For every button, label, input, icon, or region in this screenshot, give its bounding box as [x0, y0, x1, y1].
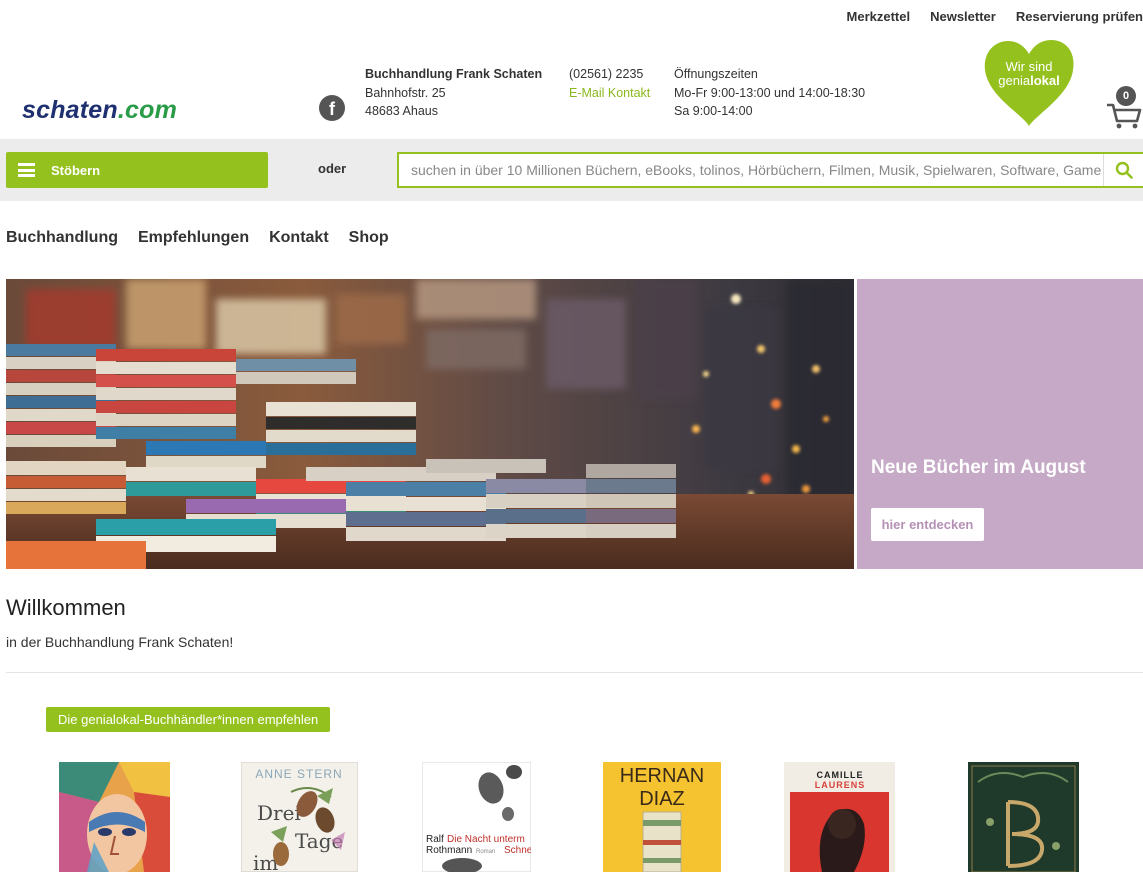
promo-panel: Neue Bücher im August hier entdecken [857, 279, 1143, 569]
newsletter-link[interactable]: Newsletter [930, 9, 996, 25]
search-button[interactable] [1103, 154, 1143, 186]
book-cover-4[interactable]: HERNAN DIAZ [603, 762, 721, 872]
cart-icon [1107, 103, 1142, 129]
hero-bookstore-image[interactable] [6, 279, 854, 569]
promo-discover-button[interactable]: hier entdecken [871, 508, 984, 541]
browse-label: Stöbern [51, 162, 101, 178]
store-phone: (02561) 2235 [569, 67, 644, 81]
book4-author-first: HERNAN [620, 765, 704, 787]
search-icon [1115, 161, 1133, 179]
store-street: Bahnhofstr. 25 [365, 85, 446, 100]
book-cover-1[interactable] [59, 762, 170, 872]
logo-part-1: schaten [22, 96, 118, 124]
nav-buchhandlung[interactable]: Buchhandlung [6, 229, 118, 247]
nav-empfehlungen[interactable]: Empfehlungen [138, 229, 249, 247]
book3-author-first: Ralf [426, 834, 444, 845]
book-cover-6[interactable] [968, 762, 1079, 872]
store-contact: (02561) 2235 E-Mail Kontakt [569, 65, 650, 102]
section-divider [6, 672, 1143, 673]
or-label: oder [318, 161, 347, 176]
book3-genre: Roman [476, 849, 495, 855]
top-links: Merkzettel Newsletter Reservierung prüfe… [847, 9, 1143, 25]
book4-author-last: DIAZ [639, 788, 685, 810]
store-name: Buchhandlung Frank Schaten [365, 67, 543, 81]
hours-saturday: Sa 9:00-14:00 [674, 104, 753, 118]
nav-shop[interactable]: Shop [349, 229, 389, 247]
store-hours: Öffnungszeiten Mo-Fr 9:00-13:00 und 14:0… [674, 65, 865, 121]
welcome-text: in der Buchhandlung Frank Schaten! [6, 634, 234, 650]
recommendations-badge: Die genialokal-Buchhändler*innen empfehl… [46, 707, 331, 732]
search-field [397, 152, 1143, 188]
merkzettel-link[interactable]: Merkzettel [847, 9, 911, 25]
book5-author-first: CAMILLE [817, 770, 864, 780]
book-cover-5[interactable]: CAMILLE LAURENS [784, 762, 895, 872]
shopping-cart[interactable]: 0 [1106, 86, 1143, 131]
hours-title: Öffnungszeiten [674, 67, 758, 81]
book3-title-1: Die Nacht unterm [447, 834, 525, 845]
store-city: 48683 Ahaus [365, 104, 438, 118]
facebook-icon[interactable]: f [319, 95, 345, 121]
book3-author-last: Rothmann [426, 845, 472, 856]
hours-weekday: Mo-Fr 9:00-13:00 und 14:00-18:30 [674, 85, 866, 100]
store-address: Buchhandlung Frank Schaten Bahnhofstr. 2… [365, 65, 542, 121]
heart-line-2a: genia [998, 73, 1031, 88]
book2-author: ANNE STERN [255, 767, 342, 781]
book3-title-2: Schnee [504, 845, 531, 856]
logo-part-2: .com [117, 96, 178, 124]
promo-title: Neue Bücher im August [871, 457, 1086, 478]
book2-title-1: Drei [257, 801, 301, 825]
welcome-heading: Willkommen [6, 595, 126, 620]
heart-line-2b: lokal [1030, 73, 1060, 88]
svg-text:genialokal: genialokal [998, 73, 1059, 88]
search-bar-area: Stöbern oder [0, 139, 1143, 201]
main-navigation: Buchhandlung Empfehlungen Kontakt Shop [6, 229, 409, 247]
nav-kontakt[interactable]: Kontakt [269, 229, 329, 247]
hamburger-icon [18, 163, 35, 177]
site-logo[interactable]: schaten.com [22, 96, 177, 124]
search-input[interactable] [399, 154, 1102, 186]
heart-line-1: Wir sind [1006, 59, 1053, 74]
email-contact-link[interactable]: E-Mail Kontakt [569, 84, 650, 103]
browse-menu-button[interactable]: Stöbern [6, 152, 268, 188]
reservation-check-link[interactable]: Reservierung prüfen [1016, 9, 1143, 25]
book-cover-3[interactable]: Ralf Rothmann Die Nacht unterm Schnee Ro… [422, 762, 531, 872]
book5-author-last: LAURENS [815, 780, 866, 790]
book-cover-2[interactable]: ANNE STERN Drei Tage im [241, 762, 358, 872]
genialokal-heart-logo[interactable]: Wir sind genialokal [982, 38, 1076, 128]
